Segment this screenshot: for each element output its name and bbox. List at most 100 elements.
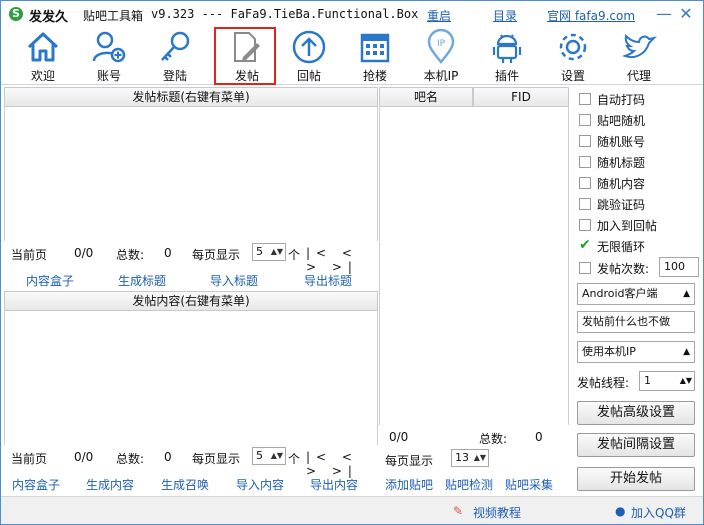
threads-label: 发帖线程:: [577, 376, 630, 390]
select-value: Android客户端: [582, 287, 658, 300]
content-pager: 当前页 0/0 总数: 0 每页显示 5 ▲▼ 个 |< < > >|: [4, 445, 378, 478]
title-bar: S 发发久 贴吧工具箱 v9.323 --- FaFa9.TieBa.Funct…: [1, 1, 703, 27]
per-page-value: 13: [455, 451, 469, 464]
toolbar-login[interactable]: 登陆: [144, 27, 206, 85]
checkbox[interactable]: [579, 198, 591, 210]
select-value: 发帖前什么也不做: [582, 315, 670, 328]
toolbar-label: 账号: [96, 69, 121, 83]
generate-title-link[interactable]: 生成标题: [118, 272, 166, 289]
toolbar-settings[interactable]: 设置: [542, 27, 604, 85]
per-page-label: 每页显示: [192, 248, 241, 262]
titles-header[interactable]: 发帖标题(右键有菜单): [4, 87, 378, 107]
spin-arrows-icon[interactable]: ▲▼: [271, 244, 283, 260]
video-tutorial-link[interactable]: 视频教程: [473, 504, 521, 521]
bar-check-link[interactable]: 贴吧检测: [445, 476, 493, 493]
bar-per-page: 每页显示 13 ▲▼: [379, 447, 569, 471]
titles-links: 内容盒子 生成标题 导入标题 导出标题: [4, 269, 378, 289]
bar-links: 添加贴吧 贴吧检测 贴吧采集: [379, 473, 569, 493]
bar-list[interactable]: [379, 107, 569, 425]
total-count: 0: [535, 430, 543, 444]
col-bar-name[interactable]: 吧名: [379, 87, 473, 107]
checkbox[interactable]: [579, 135, 591, 147]
catalog-link[interactable]: 目录: [493, 7, 517, 24]
spin-arrows-icon[interactable]: ▲▼: [680, 372, 692, 390]
generate-content-link[interactable]: 生成内容: [86, 476, 134, 493]
toolbar-reply[interactable]: 回帖: [278, 27, 340, 85]
generate-summon-link[interactable]: 生成召唤: [161, 476, 209, 493]
total-label: 总数:: [116, 248, 145, 262]
close-button[interactable]: ✕: [677, 5, 695, 23]
minimize-button[interactable]: —: [655, 5, 673, 23]
android-icon: [492, 34, 522, 63]
join-qq-group-link[interactable]: 加入QQ群: [631, 504, 686, 521]
checkbox[interactable]: [579, 156, 591, 168]
per-page-stepper[interactable]: 5 ▲▼: [252, 447, 286, 465]
bird-icon: [622, 33, 657, 59]
qq-icon: ●: [615, 504, 626, 518]
pre-action-select[interactable]: 发帖前什么也不做: [577, 311, 695, 333]
unit-label: 个: [288, 452, 301, 466]
threads-row: 发帖线程: 1 ▲▼: [577, 371, 701, 391]
import-title-link[interactable]: 导入标题: [210, 272, 258, 289]
advanced-settings-button[interactable]: 发帖高级设置: [577, 401, 695, 425]
toolbar-post[interactable]: 发帖: [214, 27, 276, 85]
checkbox[interactable]: [579, 114, 591, 126]
home-icon: [27, 32, 59, 62]
dropdown-arrow-icon[interactable]: ▲: [683, 342, 690, 362]
content-box-link[interactable]: 内容盒子: [26, 272, 74, 289]
per-page-label: 每页显示: [385, 454, 434, 468]
official-site-link[interactable]: 官网 fafa9.com: [547, 7, 635, 24]
toolbar-label: 本机IP: [423, 69, 459, 83]
toolbar-account[interactable]: 账号: [78, 27, 140, 85]
dropdown-arrow-icon[interactable]: ▲: [683, 284, 690, 304]
per-page-stepper[interactable]: 5 ▲▼: [252, 243, 286, 261]
checkbox[interactable]: [579, 93, 591, 105]
unit-label: 个: [288, 248, 301, 262]
current-page: 0/0: [74, 246, 94, 260]
current-page: 0/0: [74, 450, 94, 464]
content-header[interactable]: 发帖内容(右键有菜单): [4, 291, 378, 311]
content-list[interactable]: [4, 311, 378, 445]
titles-pager: 当前页 0/0 总数: 0 每页显示 5 ▲▼ 个 |< < > >|: [4, 241, 378, 274]
option-post-count[interactable]: 发帖次数: 100: [579, 257, 703, 277]
toolbar-welcome[interactable]: 欢迎: [12, 27, 74, 85]
select-value: 使用本机IP: [582, 345, 636, 358]
spin-arrows-icon[interactable]: ▲▼: [271, 448, 283, 464]
up-arrow-icon: [292, 30, 326, 64]
add-bar-link[interactable]: 添加贴吧: [385, 476, 433, 493]
content-box-link[interactable]: 内容盒子: [12, 476, 60, 493]
bar-collect-link[interactable]: 贴吧采集: [505, 476, 553, 493]
per-page-label: 每页显示: [192, 452, 241, 466]
toolbar-grab-floor[interactable]: 抢楼: [344, 27, 406, 85]
client-select[interactable]: Android客户端 ▲: [577, 283, 695, 305]
col-fid[interactable]: FID: [473, 87, 569, 107]
spin-arrows-icon[interactable]: ▲▼: [474, 450, 486, 466]
toolbar-label: 代理: [626, 69, 651, 83]
per-page-value: 5: [256, 449, 263, 462]
check-icon[interactable]: ✔: [579, 237, 591, 253]
titles-list[interactable]: [4, 107, 378, 241]
interval-settings-button[interactable]: 发帖间隔设置: [577, 433, 695, 457]
toolbar-proxy[interactable]: 代理: [608, 27, 670, 85]
import-content-link[interactable]: 导入内容: [236, 476, 284, 493]
start-post-button[interactable]: 开始发帖: [577, 467, 695, 491]
total-count: 0: [164, 246, 172, 260]
current-page-label: 当前页: [11, 452, 48, 466]
app-logo-icon: S: [9, 7, 23, 21]
toolbar-plugin[interactable]: 插件: [476, 27, 538, 85]
export-content-link[interactable]: 导出内容: [310, 476, 358, 493]
restart-link[interactable]: 重启: [427, 7, 451, 24]
checkbox[interactable]: [579, 177, 591, 189]
checkbox[interactable]: [579, 262, 591, 274]
export-title-link[interactable]: 导出标题: [304, 272, 352, 289]
ip-select[interactable]: 使用本机IP ▲: [577, 341, 695, 363]
checkbox[interactable]: [579, 219, 591, 231]
tool-name: 贴吧工具箱: [83, 9, 144, 23]
per-page-stepper[interactable]: 13 ▲▼: [451, 449, 489, 467]
post-count-input[interactable]: 100: [659, 257, 699, 277]
toolbar: 欢迎 账号 登陆 发帖 回帖 抢楼 IP 本机IP 插件 设置 代理: [1, 27, 703, 85]
current-page: 0/0: [389, 430, 409, 444]
toolbar-label: 插件: [494, 69, 519, 83]
toolbar-local-ip[interactable]: IP 本机IP: [410, 27, 472, 85]
threads-stepper[interactable]: 1 ▲▼: [639, 371, 695, 391]
